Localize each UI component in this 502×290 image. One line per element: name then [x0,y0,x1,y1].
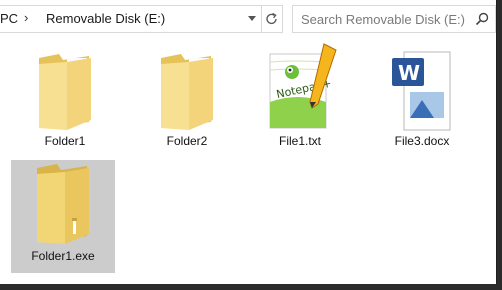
notepad-plus-plus-icon: Notepad+ [269,43,337,129]
file-item-folder1-exe[interactable]: Folder1.exe [11,160,115,273]
file-item-file3-docx[interactable]: W File3.docx [372,48,472,158]
file-label: File1.txt [278,134,321,148]
file-label: Folder2 [166,134,208,148]
file-label: File3.docx [394,134,450,148]
word-document-icon: W [392,51,451,131]
address-dropdown-chevron-icon[interactable] [242,6,261,32]
breadcrumb-removable-disk[interactable]: Removable Disk (E:) [46,11,165,26]
file-explorer-window: PC › Removable Disk (E:) Search Removabl… [0,0,497,284]
search-box[interactable]: Search Removable Disk (E:) [292,5,496,33]
address-bar[interactable]: PC › Removable Disk (E:) [0,5,283,33]
file-item-file1-txt[interactable]: Notepad+ File1.txt [250,43,350,158]
file-item-folder1[interactable]: Folder1 [15,48,115,158]
file-label: Folder1 [44,134,86,148]
folder-icon [161,54,213,130]
refresh-icon [266,12,277,25]
file-item-folder2[interactable]: Folder2 [137,48,237,158]
breadcrumb-separator-icon[interactable]: › [24,10,28,25]
breadcrumb-this-pc[interactable]: PC [0,11,18,26]
file-label: Folder1.exe [31,249,95,263]
folder-icon [39,54,91,130]
search-input[interactable]: Search Removable Disk (E:) [301,12,465,27]
refresh-button[interactable] [261,6,282,32]
svg-text:W: W [398,61,420,85]
folder-icon [37,164,89,244]
search-icon[interactable] [474,11,490,27]
